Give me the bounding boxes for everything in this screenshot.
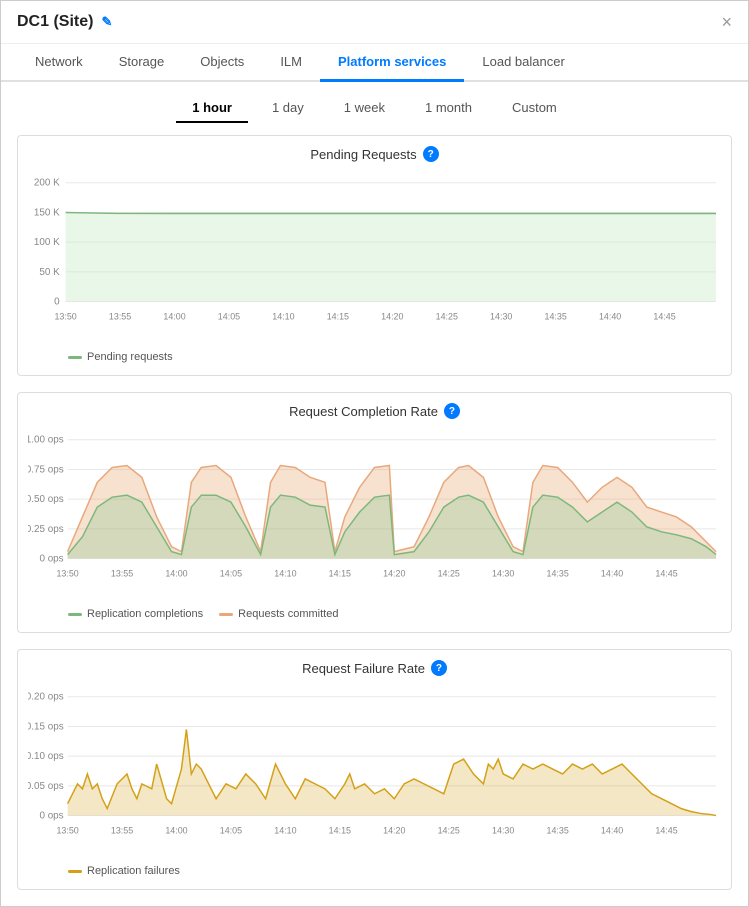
svg-text:14:30: 14:30 — [492, 568, 514, 578]
svg-text:150 K: 150 K — [34, 207, 60, 218]
svg-text:0: 0 — [54, 297, 60, 308]
svg-text:0 ops: 0 ops — [39, 554, 63, 565]
svg-text:14:05: 14:05 — [220, 568, 242, 578]
svg-text:13:55: 13:55 — [111, 825, 133, 835]
svg-text:100 K: 100 K — [34, 237, 60, 248]
legend-requests-committed: Requests committed — [219, 608, 338, 620]
svg-text:14:40: 14:40 — [599, 311, 621, 321]
svg-text:0.10 ops: 0.10 ops — [28, 751, 64, 762]
svg-text:13:55: 13:55 — [111, 568, 133, 578]
legend-color-pending — [68, 356, 82, 359]
title-label: DC1 (Site) — [17, 13, 93, 31]
svg-text:14:45: 14:45 — [653, 311, 675, 321]
svg-text:200 K: 200 K — [34, 178, 60, 189]
tab-storage[interactable]: Storage — [101, 44, 183, 82]
svg-text:14:05: 14:05 — [218, 311, 240, 321]
svg-text:14:00: 14:00 — [163, 311, 185, 321]
svg-text:14:30: 14:30 — [490, 311, 512, 321]
failure-rate-chart: 0.20 ops 0.15 ops 0.10 ops 0.05 ops 0 op… — [28, 684, 721, 859]
svg-text:14:15: 14:15 — [329, 825, 351, 835]
completion-rate-help-icon[interactable]: ? — [444, 403, 460, 419]
svg-text:14:10: 14:10 — [274, 568, 296, 578]
svg-text:14:40: 14:40 — [601, 568, 623, 578]
main-window: DC1 (Site) ✎ × Network Storage Objects I… — [0, 0, 749, 907]
pending-requests-panel: Pending Requests ? 200 K 150 K 100 K 50 … — [17, 135, 732, 376]
tabs-navigation: Network Storage Objects ILM Platform ser… — [1, 44, 748, 82]
legend-replication-failures: Replication failures — [68, 865, 180, 877]
legend-color-committed — [219, 613, 233, 616]
time-1month[interactable]: 1 month — [409, 94, 488, 123]
svg-text:14:45: 14:45 — [655, 825, 677, 835]
tab-load-balancer[interactable]: Load balancer — [464, 44, 582, 82]
svg-text:0.50 ops: 0.50 ops — [28, 494, 64, 505]
svg-text:14:20: 14:20 — [383, 825, 405, 835]
tab-ilm[interactable]: ILM — [262, 44, 320, 82]
charts-area: Pending Requests ? 200 K 150 K 100 K 50 … — [1, 135, 748, 906]
svg-text:14:15: 14:15 — [329, 568, 351, 578]
svg-text:0.20 ops: 0.20 ops — [28, 692, 64, 703]
svg-text:14:15: 14:15 — [327, 311, 349, 321]
tab-platform-services[interactable]: Platform services — [320, 44, 464, 82]
svg-text:13:55: 13:55 — [109, 311, 131, 321]
svg-text:14:25: 14:25 — [436, 311, 458, 321]
completion-rate-panel: Request Completion Rate ? 1.00 ops 0.75 … — [17, 392, 732, 633]
completion-rate-legend: Replication completions Requests committ… — [28, 602, 721, 622]
legend-pending-requests: Pending requests — [68, 351, 173, 363]
svg-text:14:10: 14:10 — [272, 311, 294, 321]
svg-text:14:35: 14:35 — [545, 311, 567, 321]
completion-rate-chart: 1.00 ops 0.75 ops 0.50 ops 0.25 ops 0 op… — [28, 427, 721, 602]
completion-rate-title: Request Completion Rate ? — [28, 403, 721, 419]
svg-text:13:50: 13:50 — [54, 311, 76, 321]
svg-text:14:40: 14:40 — [601, 825, 623, 835]
time-1day[interactable]: 1 day — [256, 94, 320, 123]
time-1hour[interactable]: 1 hour — [176, 94, 248, 123]
time-1week[interactable]: 1 week — [328, 94, 401, 123]
edit-icon[interactable]: ✎ — [101, 14, 112, 30]
svg-text:14:35: 14:35 — [547, 825, 569, 835]
svg-text:0.75 ops: 0.75 ops — [28, 464, 64, 475]
window-title: DC1 (Site) ✎ — [17, 13, 112, 31]
failure-rate-panel: Request Failure Rate ? 0.20 ops 0.15 ops… — [17, 649, 732, 890]
time-navigation: 1 hour 1 day 1 week 1 month Custom — [1, 82, 748, 135]
pending-requests-legend: Pending requests — [28, 345, 721, 365]
svg-text:1.00 ops: 1.00 ops — [28, 435, 64, 446]
svg-text:14:35: 14:35 — [547, 568, 569, 578]
svg-text:14:10: 14:10 — [274, 825, 296, 835]
svg-text:14:00: 14:00 — [165, 825, 187, 835]
svg-text:14:30: 14:30 — [492, 825, 514, 835]
svg-text:14:05: 14:05 — [220, 825, 242, 835]
svg-text:14:20: 14:20 — [383, 568, 405, 578]
close-button[interactable]: × — [721, 13, 732, 31]
legend-color-replication — [68, 613, 82, 616]
svg-text:13:50: 13:50 — [56, 568, 78, 578]
tab-objects[interactable]: Objects — [182, 44, 262, 82]
failure-rate-help-icon[interactable]: ? — [431, 660, 447, 676]
svg-text:13:50: 13:50 — [56, 825, 78, 835]
title-bar: DC1 (Site) ✎ × — [1, 1, 748, 44]
legend-color-failures — [68, 870, 82, 873]
time-custom[interactable]: Custom — [496, 94, 573, 123]
svg-text:14:00: 14:00 — [165, 568, 187, 578]
svg-text:0.05 ops: 0.05 ops — [28, 781, 64, 792]
svg-text:14:25: 14:25 — [438, 825, 460, 835]
svg-text:14:25: 14:25 — [438, 568, 460, 578]
svg-text:0.15 ops: 0.15 ops — [28, 721, 64, 732]
pending-requests-help-icon[interactable]: ? — [423, 146, 439, 162]
svg-text:0 ops: 0 ops — [39, 811, 63, 822]
svg-text:14:45: 14:45 — [655, 568, 677, 578]
tab-network[interactable]: Network — [17, 44, 101, 82]
pending-requests-title: Pending Requests ? — [28, 146, 721, 162]
svg-text:50 K: 50 K — [39, 267, 60, 278]
pending-requests-chart: 200 K 150 K 100 K 50 K 0 13:50 — [28, 170, 721, 345]
failure-rate-title: Request Failure Rate ? — [28, 660, 721, 676]
legend-replication-completions: Replication completions — [68, 608, 203, 620]
svg-text:0.25 ops: 0.25 ops — [28, 524, 64, 535]
svg-text:14:20: 14:20 — [381, 311, 403, 321]
failure-rate-legend: Replication failures — [28, 859, 721, 879]
